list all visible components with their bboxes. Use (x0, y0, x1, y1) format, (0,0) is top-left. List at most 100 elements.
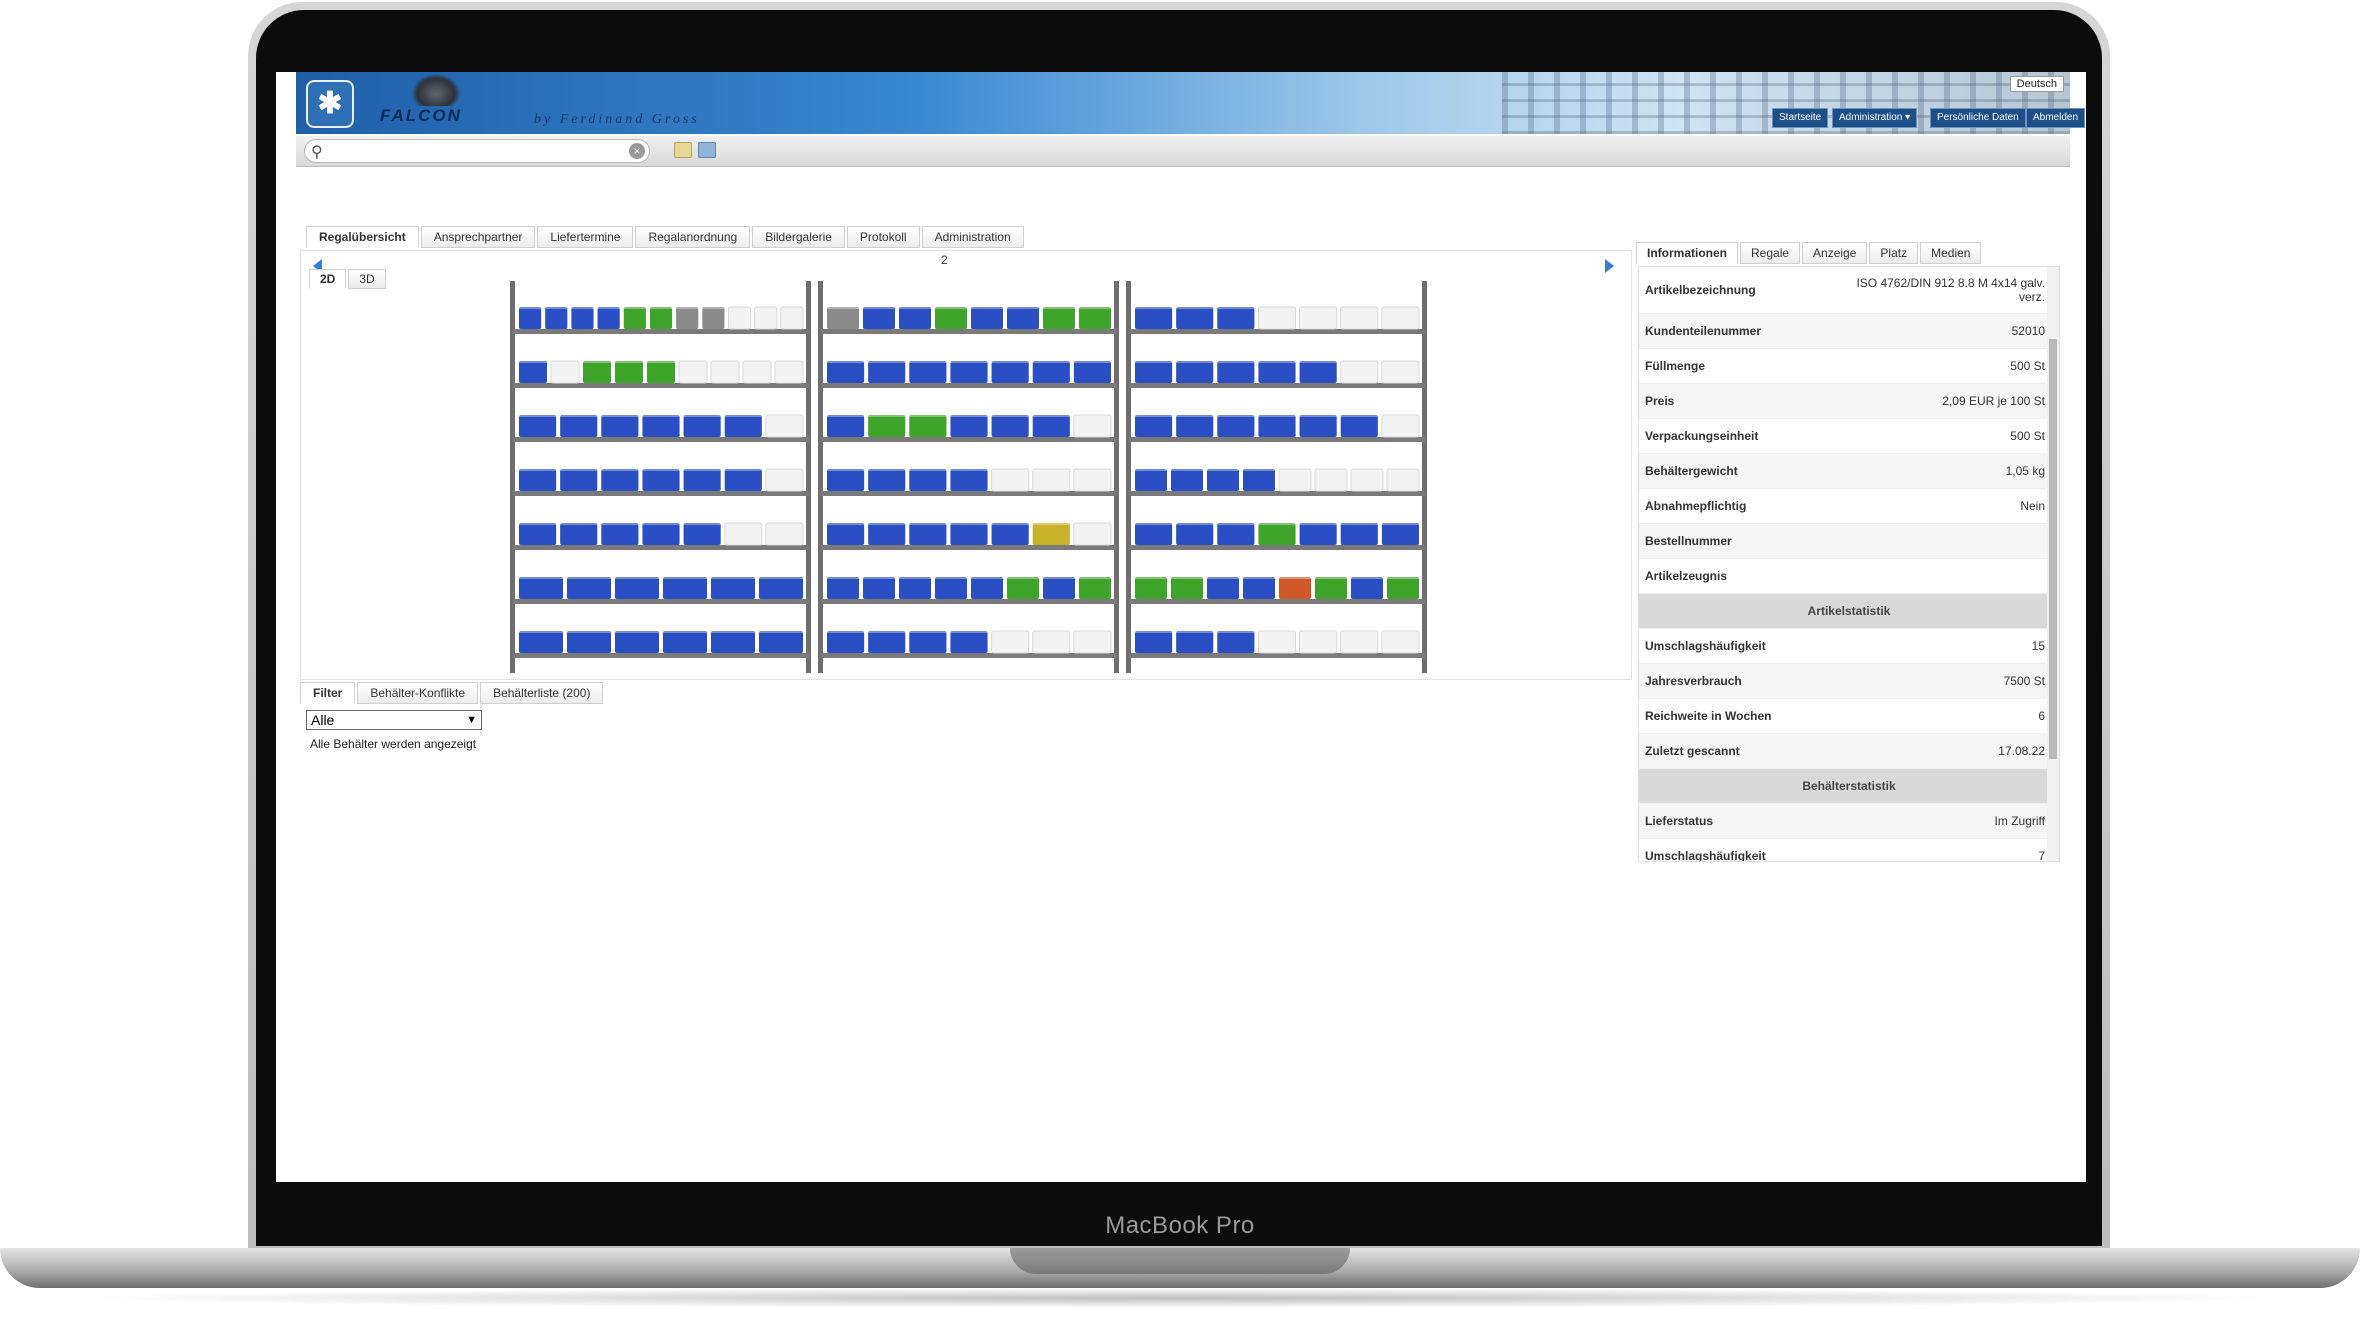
storage-bin[interactable] (1315, 577, 1347, 599)
storage-bin[interactable] (1135, 577, 1167, 599)
storage-bin[interactable] (1135, 631, 1173, 653)
storage-bin[interactable] (868, 469, 906, 491)
empty-bin-slot[interactable] (724, 522, 763, 546)
storage-bin[interactable] (683, 469, 721, 491)
storage-bin[interactable] (615, 631, 659, 653)
tab-behaelterliste[interactable]: Behälterliste (200) (480, 682, 604, 704)
tab-regaluebersicht[interactable]: Regalübersicht (306, 226, 419, 248)
storage-bin[interactable] (724, 469, 762, 491)
storage-bin[interactable] (909, 469, 947, 491)
scrollbar-thumb[interactable] (2049, 339, 2057, 759)
search-input[interactable]: ⚲ × (304, 139, 650, 163)
storage-bin[interactable] (909, 523, 947, 545)
storage-bin[interactable] (1217, 307, 1255, 329)
storage-bin[interactable] (519, 307, 542, 329)
storage-bin[interactable] (863, 577, 895, 599)
storage-bin[interactable] (950, 361, 988, 383)
storage-bin[interactable] (950, 523, 988, 545)
storage-bin[interactable] (1032, 415, 1070, 437)
storage-bin[interactable] (1217, 631, 1255, 653)
storage-bin[interactable] (663, 577, 707, 599)
language-select[interactable]: Deutsch (2009, 76, 2064, 92)
storage-bin[interactable] (950, 469, 988, 491)
empty-bin-slot[interactable] (1314, 468, 1348, 492)
storage-bin[interactable] (519, 415, 557, 437)
empty-bin-slot[interactable] (1381, 360, 1420, 384)
storage-bin[interactable] (1043, 307, 1075, 329)
empty-bin-slot[interactable] (754, 306, 778, 330)
storage-bin[interactable] (991, 523, 1029, 545)
storage-bin[interactable] (1176, 361, 1214, 383)
empty-bin-slot[interactable] (1381, 630, 1420, 654)
storage-bin[interactable] (1243, 469, 1275, 491)
nav-persoenliche-daten[interactable]: Persönliche Daten (1930, 108, 2026, 128)
storage-bin[interactable] (1176, 415, 1214, 437)
empty-bin-slot[interactable] (727, 306, 752, 330)
storage-bin[interactable] (1217, 361, 1255, 383)
storage-bin[interactable] (899, 307, 931, 329)
tab-protokoll[interactable]: Protokoll (846, 226, 920, 248)
storage-bin[interactable] (647, 361, 675, 383)
storage-bin[interactable] (827, 469, 865, 491)
storage-bin[interactable] (642, 469, 680, 491)
storage-bin[interactable] (909, 415, 947, 437)
empty-bin-slot[interactable] (1299, 630, 1338, 654)
storage-bin[interactable] (711, 577, 755, 599)
storage-bin[interactable] (560, 523, 598, 545)
storage-bin[interactable] (1217, 523, 1255, 545)
storage-bin[interactable] (642, 523, 680, 545)
storage-bin[interactable] (868, 523, 906, 545)
tab-behaelter-konflikte[interactable]: Behälter-Konflikte (357, 682, 479, 704)
storage-bin[interactable] (1171, 577, 1203, 599)
tab-regalanordnung[interactable]: Regalanordnung (635, 226, 751, 248)
storage-bin[interactable] (1007, 577, 1039, 599)
storage-bin[interactable] (601, 469, 639, 491)
empty-bin-slot[interactable] (1340, 360, 1379, 384)
storage-bin[interactable] (567, 577, 611, 599)
storage-bin[interactable] (1243, 577, 1275, 599)
storage-bin[interactable] (1007, 307, 1039, 329)
storage-bin[interactable] (601, 415, 639, 437)
storage-bin[interactable] (909, 631, 947, 653)
storage-bin[interactable] (560, 415, 598, 437)
empty-bin-slot[interactable] (1032, 630, 1071, 654)
storage-bin[interactable] (519, 361, 547, 383)
storage-bin[interactable] (827, 631, 865, 653)
empty-bin-slot[interactable] (1073, 468, 1112, 492)
message-icon[interactable] (674, 142, 692, 158)
empty-bin-slot[interactable] (710, 360, 740, 384)
storage-bin[interactable] (935, 307, 967, 329)
storage-bin[interactable] (724, 415, 762, 437)
storage-bin[interactable] (597, 307, 620, 329)
empty-bin-slot[interactable] (780, 306, 804, 330)
tab-regale[interactable]: Regale (1740, 242, 1801, 264)
empty-bin-slot[interactable] (1381, 306, 1420, 330)
empty-bin-slot[interactable] (678, 360, 708, 384)
storage-bin[interactable] (1079, 307, 1111, 329)
nav-startseite[interactable]: Startseite (1772, 108, 1829, 128)
storage-bin[interactable] (1032, 361, 1070, 383)
storage-bin[interactable] (863, 307, 895, 329)
storage-bin[interactable] (623, 307, 646, 329)
empty-bin-slot[interactable] (1381, 414, 1420, 438)
tab-administration[interactable]: Administration (921, 226, 1024, 248)
storage-bin[interactable] (663, 631, 707, 653)
storage-bin[interactable] (1032, 523, 1070, 545)
tab-platz[interactable]: Platz (1869, 242, 1919, 264)
storage-bin[interactable] (711, 631, 755, 653)
storage-bin[interactable] (519, 523, 557, 545)
storage-bin[interactable] (676, 307, 699, 329)
empty-bin-slot[interactable] (1350, 468, 1384, 492)
empty-bin-slot[interactable] (991, 468, 1030, 492)
empty-bin-slot[interactable] (991, 630, 1030, 654)
storage-bin[interactable] (1073, 361, 1111, 383)
empty-bin-slot[interactable] (550, 360, 580, 384)
empty-bin-slot[interactable] (1340, 630, 1379, 654)
storage-bin[interactable] (868, 631, 906, 653)
storage-bin[interactable] (1135, 307, 1173, 329)
empty-bin-slot[interactable] (765, 522, 804, 546)
storage-bin[interactable] (1135, 469, 1167, 491)
storage-bin[interactable] (1079, 577, 1111, 599)
storage-bin[interactable] (1299, 523, 1337, 545)
storage-bin[interactable] (1279, 577, 1311, 599)
